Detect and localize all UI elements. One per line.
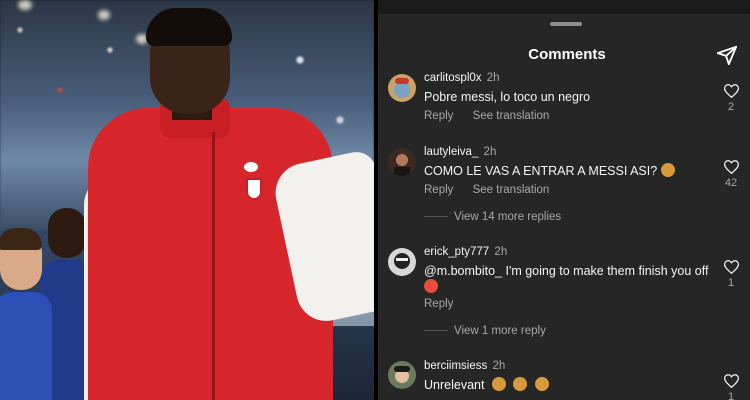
heart-outline-icon: [723, 260, 739, 274]
avatar[interactable]: [388, 74, 416, 102]
divider: [424, 216, 448, 218]
angry-face-emoji-icon: [424, 279, 438, 293]
comment-actions: Reply: [424, 298, 469, 310]
comment-username[interactable]: erick_pty777 2h: [424, 246, 507, 258]
like-button[interactable]: 1: [722, 260, 740, 289]
comment-username[interactable]: berciimsiess 2h: [424, 360, 505, 372]
like-button[interactable]: 1: [722, 374, 740, 400]
post-photo: [0, 0, 374, 400]
like-count: 1: [727, 391, 735, 400]
comment-actions: Reply See translation: [424, 184, 565, 196]
background-strip: [378, 0, 750, 14]
stadium-light: [98, 10, 110, 20]
like-count: 2: [727, 101, 735, 113]
avatar[interactable]: [388, 361, 416, 389]
comment-time: 2h: [486, 72, 500, 84]
jacket-zip: [212, 132, 215, 400]
like-count: 1: [727, 277, 735, 289]
comment-time: 2h: [494, 246, 508, 258]
paper-plane-icon[interactable]: [716, 44, 738, 66]
avatar[interactable]: [388, 148, 416, 176]
comment-text: @m.bombito_ I'm going to make them finis…: [424, 263, 714, 295]
stadium-light: [18, 0, 32, 10]
comment-text-content: @m.bombito_ I'm going to make them finis…: [424, 264, 709, 278]
heart-outline-icon: [723, 160, 739, 174]
reply-button[interactable]: Reply: [424, 110, 453, 122]
comment-text: Pobre messi, lo toco un negro: [424, 90, 591, 104]
monkey-emoji-icon: [534, 377, 549, 391]
monkey-emoji-icon: [660, 163, 675, 177]
sheet-title: Comments: [528, 46, 606, 63]
reply-button[interactable]: Reply: [424, 184, 453, 196]
like-button[interactable]: 42: [722, 160, 740, 189]
monkey-emoji-icon: [491, 377, 506, 391]
comment-time: 2h: [492, 360, 506, 372]
comment-time: 2h: [483, 146, 497, 158]
comment-text-content: Unrelevant: [424, 378, 485, 392]
player-hair: [146, 8, 232, 46]
comment-username[interactable]: carlitospl0x 2h: [424, 72, 500, 84]
see-translation-button[interactable]: See translation: [473, 184, 550, 196]
like-count: 42: [724, 177, 738, 189]
comment-username[interactable]: lautyleiva_ 2h: [424, 146, 496, 158]
view-more-replies-label[interactable]: View 14 more replies: [454, 211, 561, 223]
like-button[interactable]: 2: [722, 84, 740, 113]
drag-handle[interactable]: [550, 22, 582, 26]
comment-actions: Reply See translation: [424, 110, 565, 122]
brand-logo: [244, 162, 258, 172]
avatar[interactable]: [388, 248, 416, 276]
comment-text-content: COMO LE VAS A ENTRAR A MESSI ASI?: [424, 164, 658, 178]
username-text[interactable]: carlitospl0x: [424, 72, 482, 84]
comment-text: COMO LE VAS A ENTRAR A MESSI ASI?: [424, 163, 714, 179]
monkey-emoji-icon: [513, 377, 528, 391]
heart-outline-icon: [723, 374, 739, 388]
heart-outline-icon: [723, 84, 739, 98]
team-crest: [246, 178, 262, 200]
view-more-replies-label[interactable]: View 1 more reply: [454, 325, 546, 337]
username-text[interactable]: erick_pty777: [424, 246, 489, 258]
view-more-replies-button[interactable]: View 1 more reply: [424, 325, 546, 337]
username-text[interactable]: berciimsiess: [424, 360, 487, 372]
reply-button[interactable]: Reply: [424, 298, 453, 310]
comments-sheet: Comments carlitospl0x 2h Pobre messi, lo…: [378, 0, 750, 400]
child-mascot: [0, 228, 52, 400]
username-text[interactable]: lautyleiva_: [424, 146, 478, 158]
divider: [424, 330, 448, 332]
view-more-replies-button[interactable]: View 14 more replies: [424, 211, 561, 223]
see-translation-button[interactable]: See translation: [473, 110, 550, 122]
comment-text: Unrelevant: [424, 377, 714, 393]
